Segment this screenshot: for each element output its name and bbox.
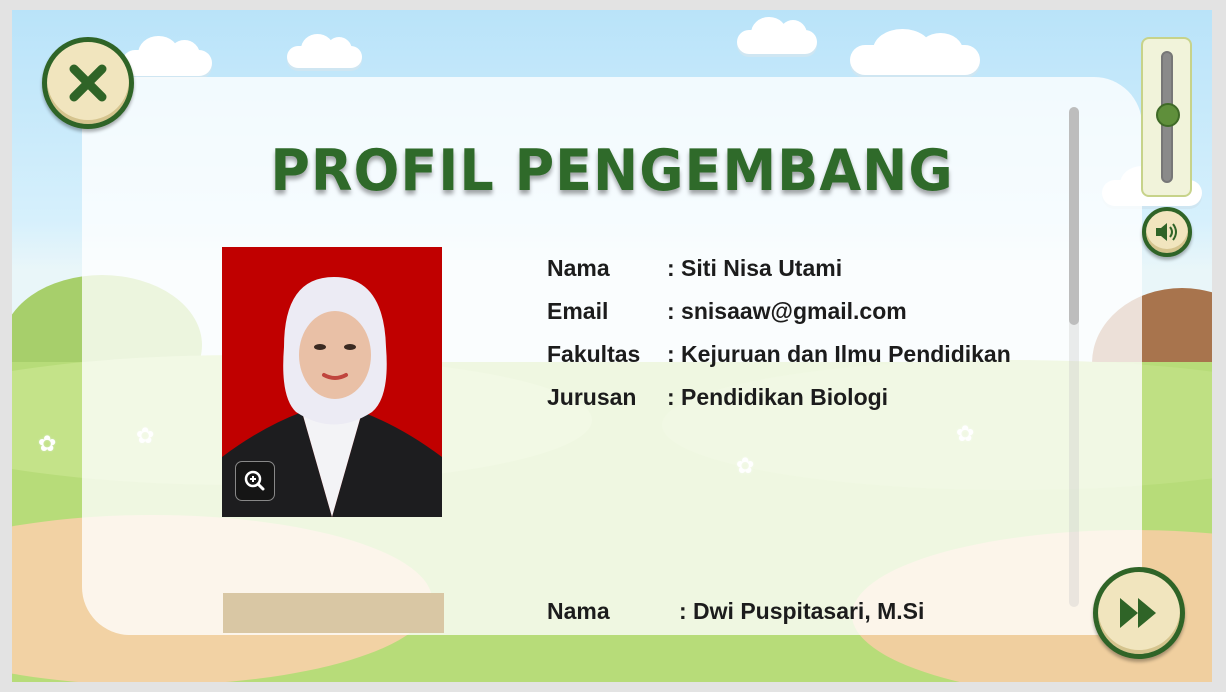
scrollbar-thumb[interactable] [1069, 107, 1079, 325]
zoom-in-icon [244, 470, 265, 491]
developer-photo[interactable] [222, 247, 442, 517]
close-button[interactable] [42, 37, 134, 129]
volume-knob[interactable] [1156, 102, 1180, 127]
speaker-icon [1156, 223, 1177, 241]
field-value: : snisaaw@gmail.com [667, 298, 907, 324]
cloud [737, 16, 817, 54]
field-value: : Dwi Puspitasari, M.Si [679, 598, 925, 624]
fast-forward-icon [1120, 598, 1156, 628]
field-label: Fakultas [547, 341, 641, 367]
cloud [122, 35, 212, 76]
scrollbar[interactable] [1069, 107, 1079, 607]
cloud [287, 33, 362, 68]
volume-slider[interactable] [1141, 37, 1192, 197]
close-icon [69, 64, 107, 102]
app-window: ✿ ✿ ✿ ✿ PROFIL PENGEMBANG [0, 0, 1226, 692]
field-label: Nama [547, 255, 610, 281]
field-label: Email [547, 298, 609, 324]
profile-panel: PROFIL PENGEMBANG Nama: Siti Nisa Utami… [82, 77, 1142, 635]
info-row-name: Nama : Dwi Puspitasari, M.Si [547, 598, 924, 625]
field-value: : Kejuruan dan Ilmu Pendidikan [667, 341, 1011, 367]
field-value: : Pendidikan Biologi [667, 384, 889, 410]
developer-photo[interactable] [223, 593, 444, 633]
field-value: : Siti Nisa Utami [667, 255, 843, 281]
field-label: Jurusan [547, 384, 637, 410]
next-button[interactable] [1093, 567, 1185, 659]
field-label: Nama [547, 598, 610, 624]
flower-decoration: ✿ [38, 432, 57, 457]
cloud [850, 28, 980, 75]
sound-button[interactable] [1142, 207, 1192, 257]
page-title: PROFIL PENGEMBANG [270, 137, 954, 204]
zoom-button[interactable] [235, 461, 275, 501]
